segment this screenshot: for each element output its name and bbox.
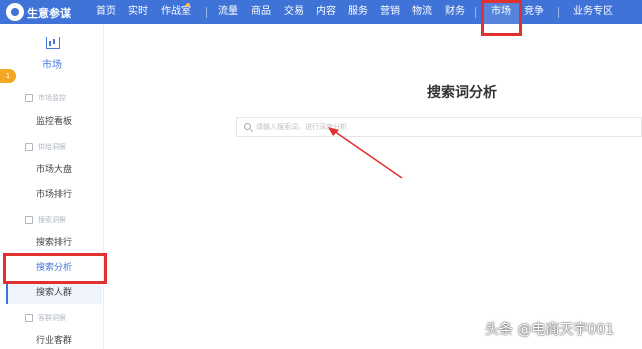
watermark: 头条 @电商天宇001 [485, 322, 615, 338]
arrow-head [328, 127, 339, 136]
arrow-line [330, 128, 403, 179]
annotation-arrow [328, 127, 403, 179]
